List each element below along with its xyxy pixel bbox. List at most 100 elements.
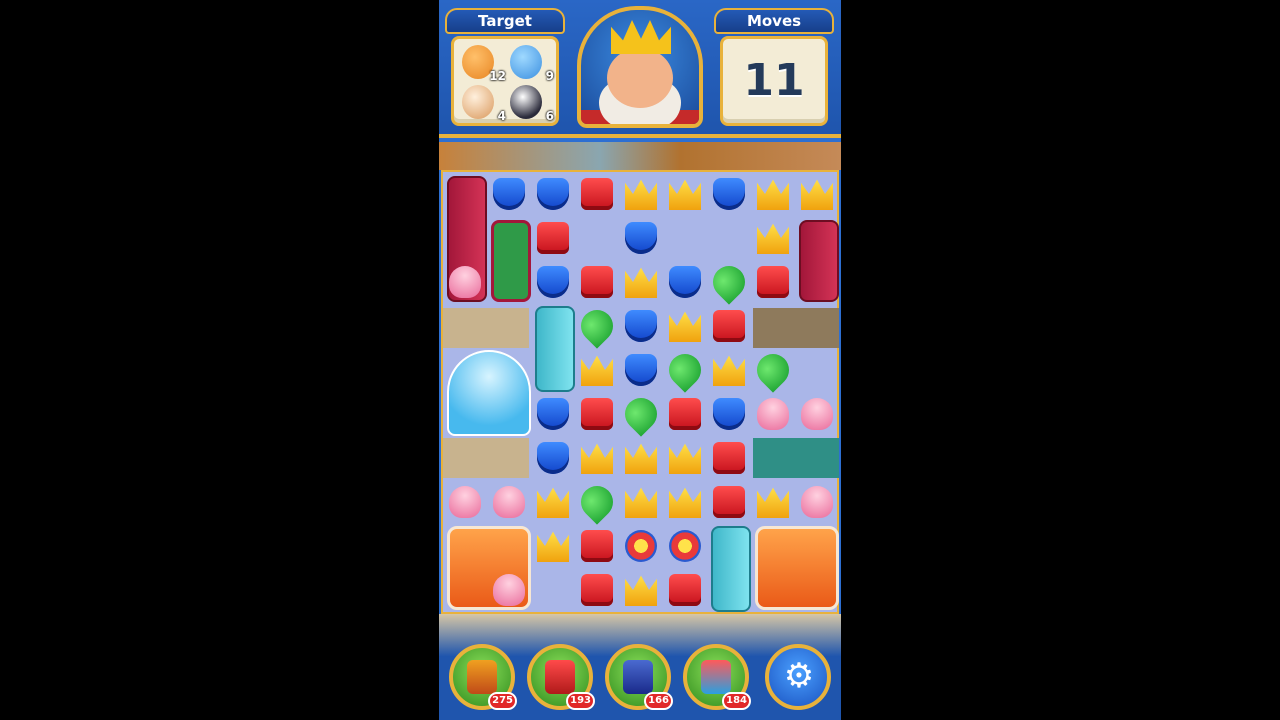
board-tile[interactable]	[443, 480, 487, 524]
cannon-booster-button[interactable]: 166	[605, 644, 673, 710]
board-tile[interactable]	[795, 480, 839, 524]
game-board[interactable]	[441, 170, 839, 614]
teddy-pillar-obstacle	[711, 526, 751, 612]
green-gem	[706, 259, 752, 305]
board-tile[interactable]	[619, 260, 663, 304]
board-tile[interactable]	[663, 304, 707, 348]
blue-gem	[537, 178, 569, 210]
king-face	[607, 48, 673, 108]
board-tile[interactable]	[707, 348, 751, 392]
board-tile[interactable]	[443, 260, 487, 304]
board-tile[interactable]	[574, 479, 620, 525]
board-tile[interactable]	[619, 172, 663, 216]
yellow-gem	[713, 355, 745, 386]
board-tile[interactable]	[619, 304, 663, 348]
blue-gem	[537, 442, 569, 474]
target-count: 6	[545, 109, 554, 123]
board-tile[interactable]	[619, 216, 663, 260]
board-tile[interactable]	[750, 347, 796, 393]
board-tile[interactable]	[662, 347, 708, 393]
board-tile[interactable]	[618, 391, 664, 437]
board-tile[interactable]	[531, 216, 575, 260]
target-item-balloon: 9	[506, 43, 556, 83]
board-tile[interactable]	[531, 392, 575, 436]
board-tile[interactable]	[487, 172, 531, 216]
board-tile[interactable]	[574, 303, 620, 349]
moves-title: Moves	[714, 8, 834, 34]
board-tile[interactable]	[707, 304, 751, 348]
board-tile[interactable]	[707, 392, 751, 436]
board-tile[interactable]	[531, 436, 575, 480]
arrow-booster-button[interactable]: 193	[527, 644, 595, 710]
board-tile[interactable]	[575, 436, 619, 480]
red-gem	[713, 310, 745, 342]
green-box-obstacle	[491, 220, 531, 302]
board-tile[interactable]	[531, 260, 575, 304]
yellow-gem	[537, 487, 569, 518]
board-tile[interactable]	[663, 568, 707, 612]
board-tile[interactable]	[663, 524, 707, 568]
booster-count: 275	[488, 692, 517, 710]
jester-booster-button[interactable]: 184	[683, 644, 751, 710]
board-tile[interactable]	[619, 480, 663, 524]
booster-count: 166	[644, 692, 673, 710]
maroon-box-obstacle	[799, 220, 839, 302]
hammer-booster-button[interactable]: 275	[449, 644, 517, 710]
green-gem	[574, 479, 620, 525]
board-tile[interactable]	[575, 524, 619, 568]
board-tile[interactable]	[487, 568, 531, 612]
board-tile[interactable]	[751, 392, 795, 436]
board-tile[interactable]	[575, 568, 619, 612]
board-tile[interactable]	[575, 348, 619, 392]
yellow-gem	[757, 223, 789, 254]
board-tile[interactable]	[575, 172, 619, 216]
penguin-icon	[510, 85, 542, 119]
red-gem	[713, 486, 745, 518]
board-tile[interactable]	[663, 172, 707, 216]
blue-gem	[537, 266, 569, 298]
board-tile[interactable]	[707, 480, 751, 524]
blue-gem	[625, 354, 657, 386]
board-tile[interactable]	[663, 480, 707, 524]
game-screen: Target 12 9 4 6 Moves 11 275 193 166 184…	[439, 0, 841, 720]
teddy-pillar-obstacle	[535, 306, 575, 392]
board-tile[interactable]	[619, 436, 663, 480]
board-tile[interactable]	[619, 348, 663, 392]
board-tile[interactable]	[487, 480, 531, 524]
board-tile[interactable]	[663, 436, 707, 480]
settings-button[interactable]: ⚙	[765, 644, 831, 710]
bomb-gem	[625, 530, 657, 562]
board-tile[interactable]	[531, 524, 575, 568]
shell-gem	[801, 486, 833, 518]
green-gem	[750, 347, 796, 393]
board-tile[interactable]	[751, 216, 795, 260]
board-tile[interactable]	[619, 524, 663, 568]
board-tile[interactable]	[706, 259, 752, 305]
board-tile[interactable]	[531, 172, 575, 216]
board-tile[interactable]	[663, 392, 707, 436]
board-tile[interactable]	[795, 392, 839, 436]
board-tile[interactable]	[751, 172, 795, 216]
board-tile[interactable]	[751, 480, 795, 524]
igloo-obstacle	[447, 350, 531, 436]
target-count: 12	[489, 69, 506, 83]
board-tile[interactable]	[531, 480, 575, 524]
board-floor	[443, 438, 529, 478]
target-panel: 12 9 4 6	[451, 36, 559, 126]
board-tile[interactable]	[575, 260, 619, 304]
board-tile[interactable]	[751, 260, 795, 304]
board-tile[interactable]	[795, 172, 839, 216]
red-gem	[669, 574, 701, 606]
board-tile[interactable]	[663, 260, 707, 304]
yellow-gem	[625, 179, 657, 210]
board-tile[interactable]	[575, 392, 619, 436]
red-gem	[581, 266, 613, 298]
moves-panel: 11	[720, 36, 828, 126]
board-tile[interactable]	[707, 172, 751, 216]
blue-gem	[625, 222, 657, 254]
bomb-gem	[669, 530, 701, 562]
board-tile[interactable]	[619, 568, 663, 612]
shell-gem	[493, 574, 525, 606]
board-tile[interactable]	[707, 436, 751, 480]
red-gem	[537, 222, 569, 254]
